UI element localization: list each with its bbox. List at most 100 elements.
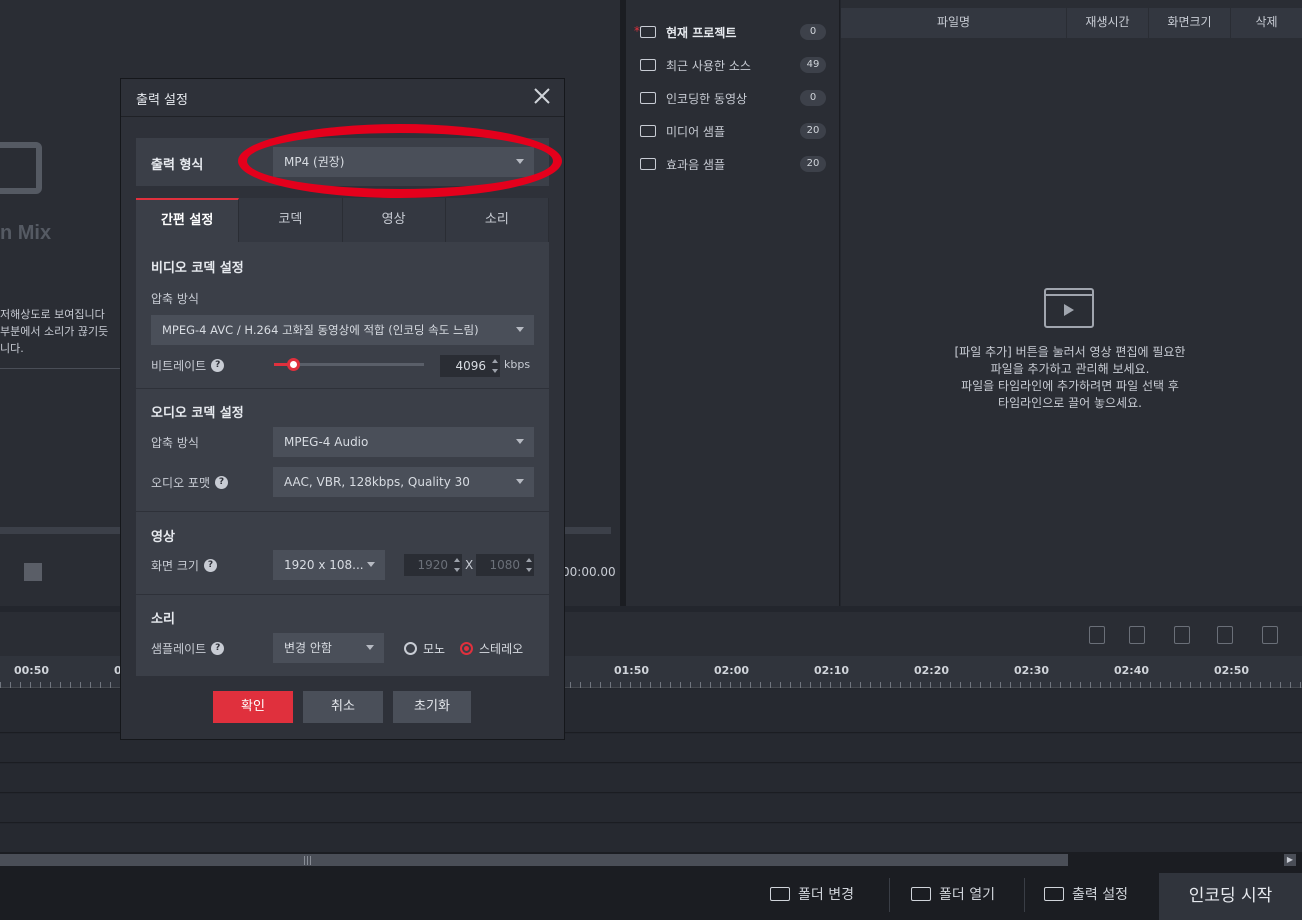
notice-line: 니다.	[0, 342, 24, 355]
help-icon[interactable]: ?	[211, 642, 225, 655]
samplerate-value: 변경 안함	[284, 641, 332, 655]
close-icon[interactable]	[532, 86, 552, 106]
mono-label: 모노	[423, 642, 446, 656]
timeline-track[interactable]	[0, 794, 1302, 823]
format-label: 출력 형식	[151, 158, 204, 173]
folder-icon	[640, 158, 656, 170]
section-divider	[136, 594, 549, 595]
library-item-label: 효과음 샘플	[666, 157, 726, 172]
split-clip-icon[interactable]	[1089, 626, 1105, 644]
undo-icon[interactable]	[1129, 626, 1145, 644]
start-encoding-button[interactable]: 인코딩 시작	[1159, 873, 1302, 920]
library-item-count: 49	[800, 57, 826, 73]
logo-text: n Mix	[0, 222, 52, 244]
video-codec-title: 비디오 코덱 설정	[151, 261, 244, 276]
separator	[889, 878, 890, 912]
height-value: 1080	[489, 558, 520, 572]
library-item-count: 20	[800, 123, 826, 139]
time-readout: 00:00.00	[562, 565, 616, 579]
library-item-encoded-videos[interactable]: 인코딩한 동영상 0	[640, 86, 826, 110]
samplerate-select[interactable]: 변경 안함	[273, 633, 384, 663]
film-gear-icon	[1044, 887, 1064, 901]
audio-codec-title: 오디오 코덱 설정	[151, 406, 244, 421]
height-stepper[interactable]: 1080	[476, 554, 534, 576]
help-icon[interactable]: ?	[211, 359, 225, 372]
ruler-label: 00:50	[14, 664, 50, 677]
spin-down-icon[interactable]	[526, 568, 532, 572]
screen-size-select[interactable]: 1920 x 108...	[273, 550, 385, 580]
spin-up-icon[interactable]	[492, 359, 498, 363]
output-settings-button[interactable]: 출력 설정	[1044, 880, 1128, 908]
folder-icon	[911, 887, 931, 901]
video-compression-label: 압축 방식	[151, 292, 199, 306]
screen-size-value: 1920 x 108...	[284, 558, 364, 572]
library-item-recent-sources[interactable]: 최근 사용한 소스 49	[640, 53, 826, 77]
column-duration[interactable]: 재생시간	[1067, 8, 1149, 38]
seek-bar-end[interactable]	[565, 527, 611, 534]
scroll-right-arrow-icon[interactable]: ▶	[1284, 854, 1296, 866]
tab-video[interactable]: 영상	[342, 198, 446, 242]
section-divider	[136, 511, 549, 512]
radio-on-icon	[460, 642, 473, 655]
cancel-button[interactable]: 취소	[303, 691, 383, 723]
ok-button[interactable]: 확인	[213, 691, 293, 723]
library-item-media-samples[interactable]: 미디어 샘플 20	[640, 119, 826, 143]
mono-radio[interactable]: 모노	[404, 640, 445, 657]
edit-icon[interactable]	[1217, 626, 1233, 644]
width-stepper[interactable]: 1920	[404, 554, 462, 576]
audio-compression-label: 압축 방식	[151, 436, 199, 450]
divider	[0, 368, 120, 369]
tab-codec[interactable]: 코덱	[239, 198, 343, 242]
ruler-label: 02:20	[914, 664, 950, 677]
chevron-down-icon	[516, 439, 524, 444]
chevron-down-icon	[516, 479, 524, 484]
library-item-label: 현재 프로젝트	[666, 25, 737, 40]
samplerate-label: 샘플레이트?	[151, 640, 225, 657]
empty-line: [파일 추가] 버튼을 눌러서 영상 편집에 필요한	[954, 345, 1186, 359]
column-delete[interactable]: 삭제	[1231, 8, 1302, 38]
spin-down-icon[interactable]	[454, 568, 460, 572]
seek-bar[interactable]	[0, 527, 120, 534]
audio-format-select[interactable]: AAC, VBR, 128kbps, Quality 30	[273, 467, 534, 497]
help-icon[interactable]: ?	[203, 559, 217, 572]
spin-up-icon[interactable]	[454, 558, 460, 562]
dialog-title-divider	[121, 116, 564, 117]
video-compression-select[interactable]: MPEG-4 AVC / H.264 고화질 동영상에 적합 (인코딩 속도 느…	[151, 315, 534, 345]
dialog-title: 출력 설정	[136, 93, 188, 108]
timeline-track[interactable]	[0, 824, 1302, 853]
audio-format-value: AAC, VBR, 128kbps, Quality 30	[284, 475, 470, 489]
stop-button[interactable]	[24, 563, 42, 581]
chevron-down-icon	[366, 645, 374, 650]
chevron-down-icon	[367, 562, 375, 567]
help-icon[interactable]: ?	[215, 476, 229, 489]
change-folder-button[interactable]: 폴더 변경	[770, 880, 854, 908]
stereo-radio[interactable]: 스테레오	[460, 640, 523, 657]
audio-compression-select[interactable]: MPEG-4 Audio	[273, 427, 534, 457]
timeline-track[interactable]	[0, 764, 1302, 793]
tab-simple-settings[interactable]: 간편 설정	[136, 198, 240, 242]
bitrate-slider-handle[interactable]	[287, 358, 300, 371]
library-item-count: 20	[800, 156, 826, 172]
section-divider	[136, 388, 549, 389]
empty-line: 파일을 타임라인에 추가하려면 파일 선택 후	[961, 379, 1179, 393]
spin-down-icon[interactable]	[492, 369, 498, 373]
screen-size-label: 화면 크기?	[151, 557, 217, 574]
export-icon[interactable]	[1262, 626, 1278, 644]
column-filename[interactable]: 파일명	[841, 8, 1067, 38]
tab-sound[interactable]: 소리	[445, 198, 549, 242]
reset-button[interactable]: 초기화	[393, 691, 471, 723]
library-item-current-project[interactable]: 현재 프로젝트 0	[640, 20, 826, 44]
ruler-label: 02:40	[1114, 664, 1150, 677]
spin-up-icon[interactable]	[526, 558, 532, 562]
logo-frame-icon	[0, 142, 42, 194]
open-folder-button[interactable]: 폴더 열기	[911, 880, 995, 908]
settings-tabs: 간편 설정 코덱 영상 소리	[136, 198, 549, 242]
scrollbar-thumb[interactable]	[0, 854, 1068, 866]
column-resolution[interactable]: 화면크기	[1149, 8, 1231, 38]
bitrate-value: 4096	[455, 359, 486, 373]
bitrate-stepper[interactable]: 4096	[440, 355, 500, 377]
library-item-label: 미디어 샘플	[666, 124, 726, 139]
ruler-label: 02:00	[714, 664, 750, 677]
library-item-sound-samples[interactable]: 효과음 샘플 20	[640, 152, 826, 176]
save-icon[interactable]	[1174, 626, 1190, 644]
